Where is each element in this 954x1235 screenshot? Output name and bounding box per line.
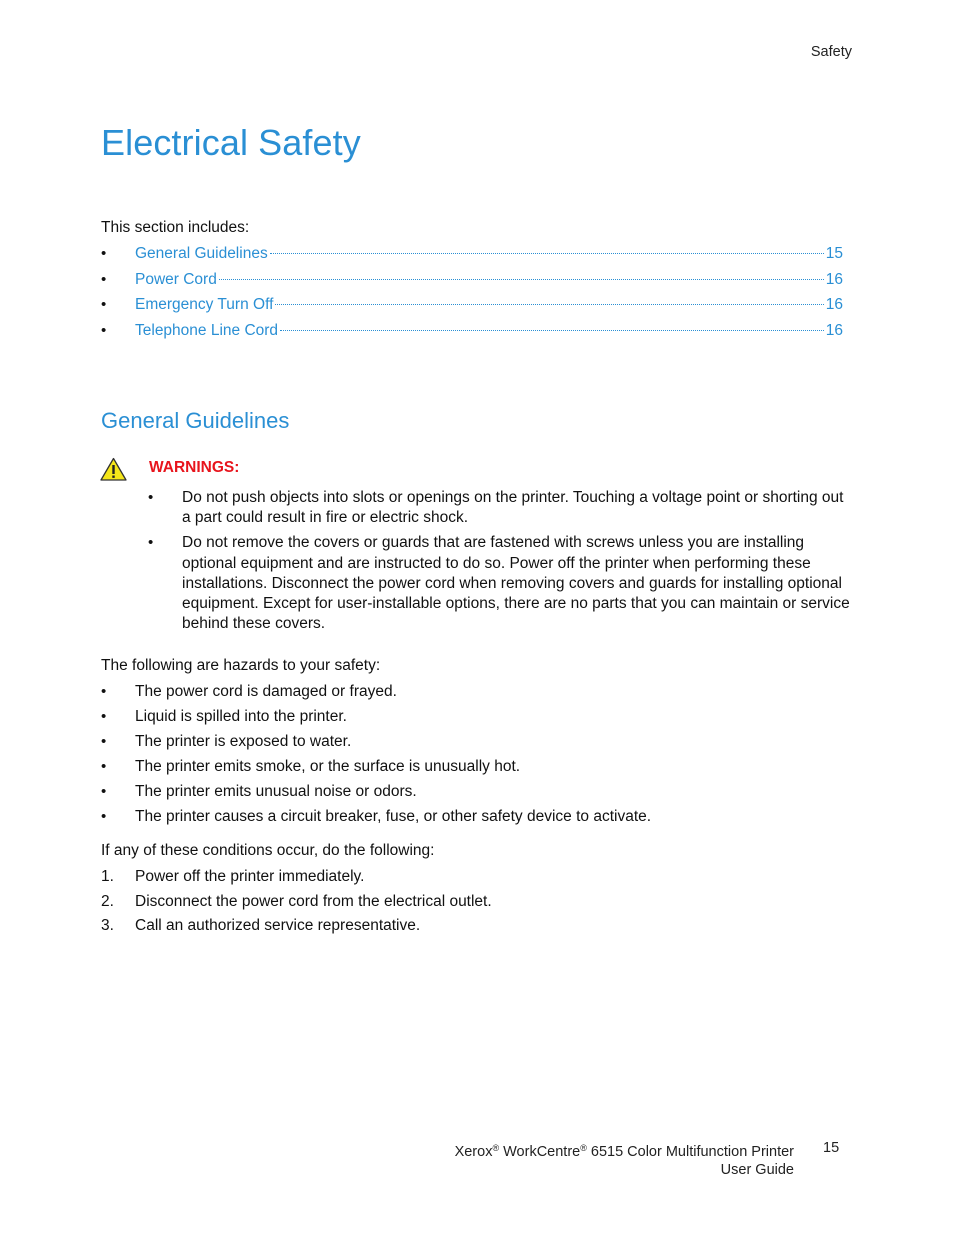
warning-title: WARNINGS: [149,459,240,476]
hazards-intro: The following are hazards to your safety… [101,657,381,674]
hazard-text: Liquid is spilled into the printer. [135,708,347,725]
step-number: 1. [101,868,114,885]
hazard-item: • The power cord is damaged or frayed. [101,681,651,706]
bullet: • [101,683,107,700]
bullet: • [101,270,107,288]
bullet: • [101,783,107,800]
toc-item: • Emergency Turn Off 16 [101,293,843,319]
table-of-contents: • General Guidelines 15 • Power Cord 16 … [101,242,843,345]
bullet: • [148,489,154,506]
steps-list: 1. Power off the printer immediately. 2.… [101,866,492,940]
toc-page-number: 15 [825,245,843,262]
hazard-text: The printer emits unusual noise or odors… [135,783,417,800]
warning-text: Do not push objects into slots or openin… [182,489,844,527]
step-item: 2. Disconnect the power cord from the el… [101,891,492,916]
hazard-item: • The printer emits smoke, or the surfac… [101,756,651,781]
footer-model: 6515 Color Multifunction Printer [590,1144,794,1160]
step-text: Call an authorized service representativ… [135,917,421,935]
hazard-text: The printer emits smoke, or the surface … [135,758,521,775]
warning-triangle-icon [100,457,127,481]
warning-list: • Do not push objects into slots or open… [148,488,853,639]
dot-leader [280,330,824,332]
dot-leader [218,278,824,280]
toc-label: Emergency Turn Off [135,296,274,314]
registered-mark: ® [580,1143,587,1153]
hazard-item: • The printer is exposed to water. [101,731,651,756]
step-text: Power off the printer immediately. [135,868,365,885]
hazard-item: • The printer emits unusual noise or odo… [101,781,651,806]
footer-brand: Xerox [454,1144,493,1160]
section-heading: General Guidelines [101,408,290,433]
bullet: • [101,322,107,340]
section-intro: This section includes: [101,219,250,236]
hazard-text: The printer causes a circuit breaker, fu… [135,808,652,825]
footer-doc-type: User Guide [720,1161,794,1178]
toc-page-number: 16 [825,322,843,340]
page-title: Electrical Safety [101,122,361,163]
warning-text: Do not remove the covers or guards that … [182,534,850,633]
toc-item: • Telephone Line Cord 16 [101,319,843,345]
toc-page-number: 16 [825,296,843,314]
step-item: 1. Power off the printer immediately. [101,866,492,891]
toc-label: Power Cord [135,270,217,288]
hazard-item: • The printer causes a circuit breaker, … [101,806,651,831]
toc-item: • General Guidelines 15 [101,242,843,268]
step-item: 3. Call an authorized service representa… [101,915,492,940]
toc-link-power-cord[interactable]: Power Cord 16 [135,268,843,292]
toc-link-emergency-turn-off[interactable]: Emergency Turn Off 16 [135,293,843,317]
toc-link-general-guidelines[interactable]: General Guidelines 15 [135,242,843,266]
dot-leader [275,304,824,306]
registered-mark: ® [492,1143,500,1153]
bullet: • [101,245,107,262]
step-number: 3. [101,917,114,935]
page-number: 15 [823,1140,840,1156]
bullet: • [148,534,154,552]
hazard-text: The printer is exposed to water. [135,733,352,750]
running-header: Safety [810,44,852,60]
toc-link-telephone-line-cord[interactable]: Telephone Line Cord 16 [135,319,843,343]
bullet: • [101,758,107,775]
footer-product-line: Xerox® WorkCentre® 6515 Color Multifunct… [455,1140,794,1162]
hazards-list: • The power cord is damaged or frayed. •… [101,681,651,831]
page-footer: Xerox® WorkCentre® 6515 Color Multifunct… [455,1140,794,1179]
bullet: • [101,708,107,725]
toc-page-number: 16 [825,270,843,288]
toc-label: Telephone Line Cord [135,322,279,340]
step-number: 2. [101,892,114,910]
toc-label: General Guidelines [135,245,268,262]
conditions-intro: If any of these conditions occur, do the… [101,842,435,859]
hazard-item: • Liquid is spilled into the printer. [101,706,651,731]
hazard-text: The power cord is damaged or frayed. [135,683,397,700]
warning-item: • Do not remove the covers or guards tha… [148,533,853,634]
dot-leader [269,253,824,254]
bullet: • [101,733,107,750]
warning-item: • Do not push objects into slots or open… [148,488,853,528]
footer-product: WorkCentre [503,1144,581,1160]
bullet: • [101,296,107,314]
step-text: Disconnect the power cord from the elect… [135,892,492,910]
bullet: • [101,808,107,825]
toc-item: • Power Cord 16 [101,268,843,294]
